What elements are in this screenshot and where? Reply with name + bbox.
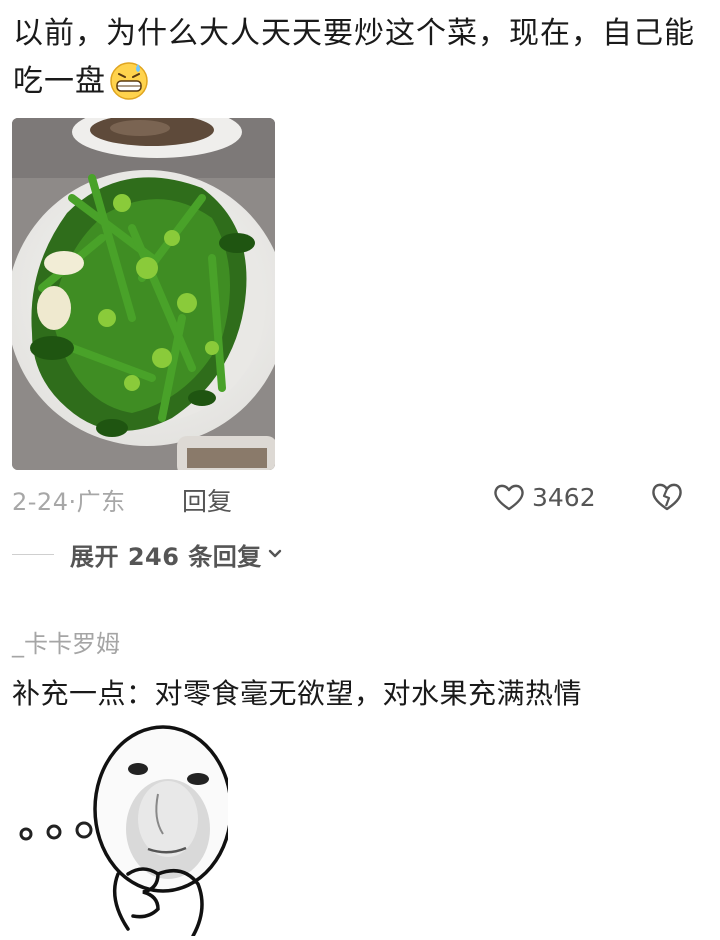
- divider-line: [12, 553, 54, 555]
- broken-heart-icon[interactable]: [650, 479, 684, 513]
- expand-replies-label: 展开 246 条回复: [70, 542, 262, 571]
- chevron-down-icon: [268, 549, 282, 558]
- date-location: 2-24·广东: [12, 488, 126, 516]
- stir-fried-greens-photo[interactable]: [12, 118, 275, 470]
- comment-meta-row: 2-24·广东 回复 3462: [12, 476, 702, 518]
- like-count: 3462: [532, 482, 596, 512]
- thinking-meme-sticker-icon: [19, 725, 228, 936]
- grinning-sweat-emoji-icon: [110, 62, 148, 100]
- username[interactable]: _卡卡罗姆: [12, 624, 120, 659]
- comment-text: 补充一点：对零食毫无欲望，对水果充满热情: [12, 677, 583, 710]
- expand-replies-button[interactable]: 展开 246 条回复: [12, 536, 284, 572]
- reply-button[interactable]: 回复: [182, 482, 232, 518]
- comment-text: 以前，为什么大人天天要炒这个菜，现在，自己能吃一盘: [13, 10, 703, 106]
- heart-outline-icon: [494, 484, 524, 511]
- like-button[interactable]: 3462: [492, 478, 596, 516]
